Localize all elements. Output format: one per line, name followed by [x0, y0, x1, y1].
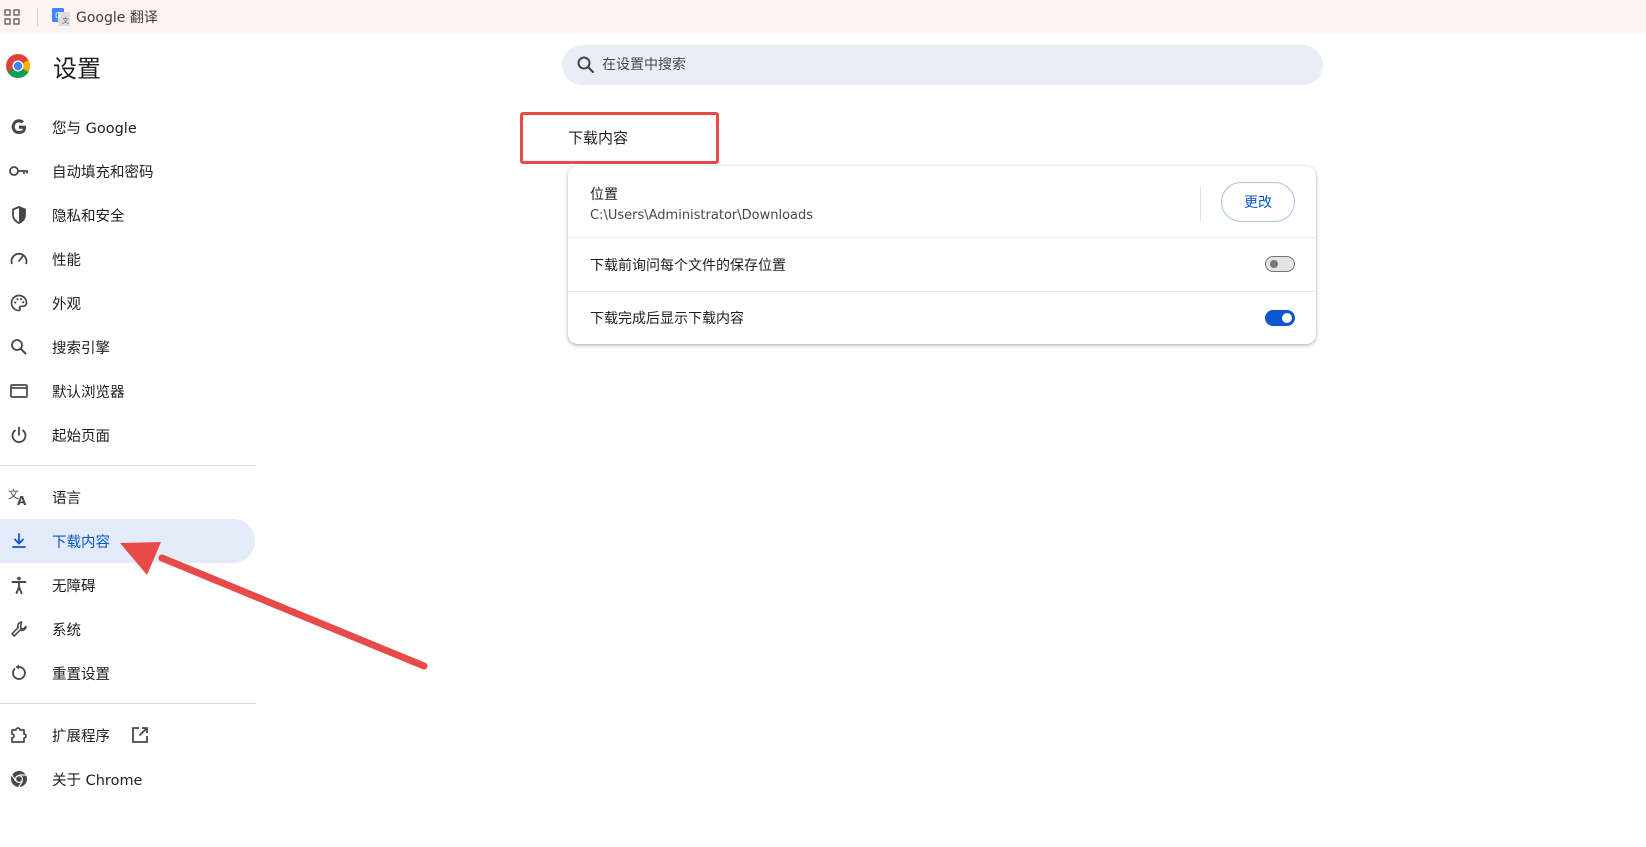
- sidebar-nav: 您与 Google 自动填充和密码 隐私和安全 性能 外观 搜索引擎 默认浏览器…: [0, 105, 256, 801]
- sidebar-item-appearance[interactable]: 外观: [0, 281, 255, 325]
- ask-where-to-save-toggle[interactable]: [1265, 256, 1295, 272]
- chrome-logo-icon: [5, 53, 31, 79]
- svg-text:G: G: [55, 11, 61, 20]
- ask-where-to-save-label: 下载前询问每个文件的保存位置: [590, 257, 786, 274]
- ask-where-to-save-row[interactable]: 下载前询问每个文件的保存位置: [568, 238, 1316, 291]
- accessibility-icon: [8, 574, 30, 596]
- search-icon: [8, 336, 30, 358]
- show-downloads-row[interactable]: 下载完成后显示下载内容: [568, 292, 1316, 344]
- search-input[interactable]: [602, 57, 1282, 73]
- location-label: 位置: [590, 187, 618, 203]
- browser-window-icon: [8, 380, 30, 402]
- sidebar-item-label: 性能: [52, 252, 81, 269]
- sidebar-item-reset[interactable]: 重置设置: [0, 651, 255, 695]
- sidebar-item-label: 关于 Chrome: [52, 772, 143, 789]
- sidebar-item-label: 下载内容: [52, 534, 110, 551]
- show-downloads-label: 下载完成后显示下载内容: [590, 311, 744, 327]
- sidebar-item-label: 扩展程序: [52, 728, 110, 745]
- sidebar-item-system[interactable]: 系统: [0, 607, 255, 651]
- puzzle-icon: [8, 724, 30, 746]
- sidebar-item-privacy[interactable]: 隐私和安全: [0, 193, 255, 237]
- open-in-new-icon: [130, 725, 150, 745]
- toggle-knob: [1270, 260, 1278, 268]
- sidebar-item-you-and-google[interactable]: 您与 Google: [0, 105, 255, 149]
- sidebar-item-label: 您与 Google: [52, 120, 137, 137]
- sidebar-item-autofill[interactable]: 自动填充和密码: [0, 149, 255, 193]
- bookmarks-separator: [37, 7, 38, 26]
- settings-search-box[interactable]: [562, 45, 1323, 85]
- speedometer-icon: [8, 248, 30, 270]
- page-title: 设置: [53, 54, 101, 83]
- download-icon: [8, 530, 30, 552]
- sidebar-item-label: 系统: [52, 622, 81, 639]
- sidebar-item-about-chrome[interactable]: 关于 Chrome: [0, 757, 255, 801]
- row-vertical-separator: [1200, 186, 1201, 222]
- key-icon: [8, 160, 30, 182]
- sidebar-item-accessibility[interactable]: 无障碍: [0, 563, 255, 607]
- wrench-icon: [8, 618, 30, 640]
- change-location-button[interactable]: 更改: [1221, 182, 1295, 222]
- sidebar-item-label: 起始页面: [52, 428, 110, 445]
- sidebar-item-languages[interactable]: 文A 语言: [0, 475, 255, 519]
- location-row: 位置 C:\Users\Administrator\Downloads: [568, 178, 1316, 223]
- sidebar-item-default-browser[interactable]: 默认浏览器: [0, 369, 255, 413]
- location-path: C:\Users\Administrator\Downloads: [590, 208, 814, 223]
- sidebar-item-label: 外观: [52, 296, 81, 313]
- sidebar-item-label: 隐私和安全: [52, 208, 125, 225]
- sidebar-divider: [0, 465, 256, 466]
- power-icon: [8, 424, 30, 446]
- chrome-icon: [8, 768, 30, 790]
- sidebar-item-extensions[interactable]: 扩展程序: [0, 713, 255, 757]
- shield-icon: [8, 204, 30, 226]
- apps-grid-icon[interactable]: [3, 8, 21, 26]
- sidebar-item-label: 无障碍: [52, 578, 96, 595]
- translate-icon: 文A: [8, 486, 30, 508]
- reset-icon: [8, 662, 30, 684]
- sidebar-item-label: 重置设置: [52, 666, 110, 683]
- sidebar-item-search-engine[interactable]: 搜索引擎: [0, 325, 255, 369]
- sidebar-item-label: 自动填充和密码: [52, 164, 154, 181]
- sidebar-item-downloads[interactable]: 下载内容: [0, 519, 255, 563]
- annotation-highlight-box: [520, 112, 719, 164]
- settings-header: 设置: [0, 46, 101, 86]
- sidebar-divider: [0, 703, 256, 704]
- toggle-knob: [1282, 313, 1292, 323]
- sidebar-item-performance[interactable]: 性能: [0, 237, 255, 281]
- google-g-icon: [8, 116, 30, 138]
- svg-text:文: 文: [62, 16, 69, 25]
- bookmark-google-translate[interactable]: G 文 Google 翻译: [52, 5, 158, 29]
- palette-icon: [8, 292, 30, 314]
- show-downloads-toggle[interactable]: [1265, 310, 1295, 326]
- sidebar-item-label: 搜索引擎: [52, 340, 110, 357]
- bookmarks-bar: G 文 Google 翻译: [0, 0, 1646, 33]
- svg-text:A: A: [17, 494, 27, 507]
- sidebar-item-label: 默认浏览器: [52, 384, 125, 401]
- search-icon: [576, 55, 596, 75]
- downloads-settings-card: 位置 C:\Users\Administrator\Downloads 更改 下…: [568, 166, 1316, 344]
- bookmark-label: Google 翻译: [76, 9, 158, 26]
- google-translate-icon: G 文: [52, 7, 70, 26]
- sidebar-item-label: 语言: [52, 490, 81, 507]
- sidebar-item-on-startup[interactable]: 起始页面: [0, 413, 255, 457]
